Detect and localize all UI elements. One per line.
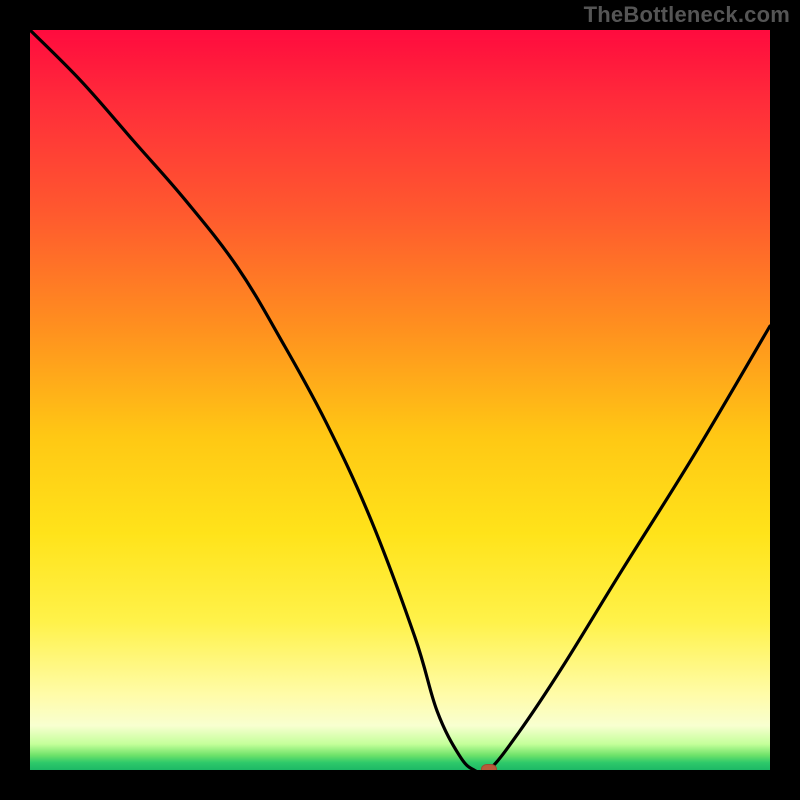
bottleneck-curve — [30, 30, 770, 770]
watermark-text: TheBottleneck.com — [584, 2, 790, 28]
chart-frame: TheBottleneck.com — [0, 0, 800, 800]
plot-area — [30, 30, 770, 770]
optimal-point-marker — [481, 764, 497, 770]
